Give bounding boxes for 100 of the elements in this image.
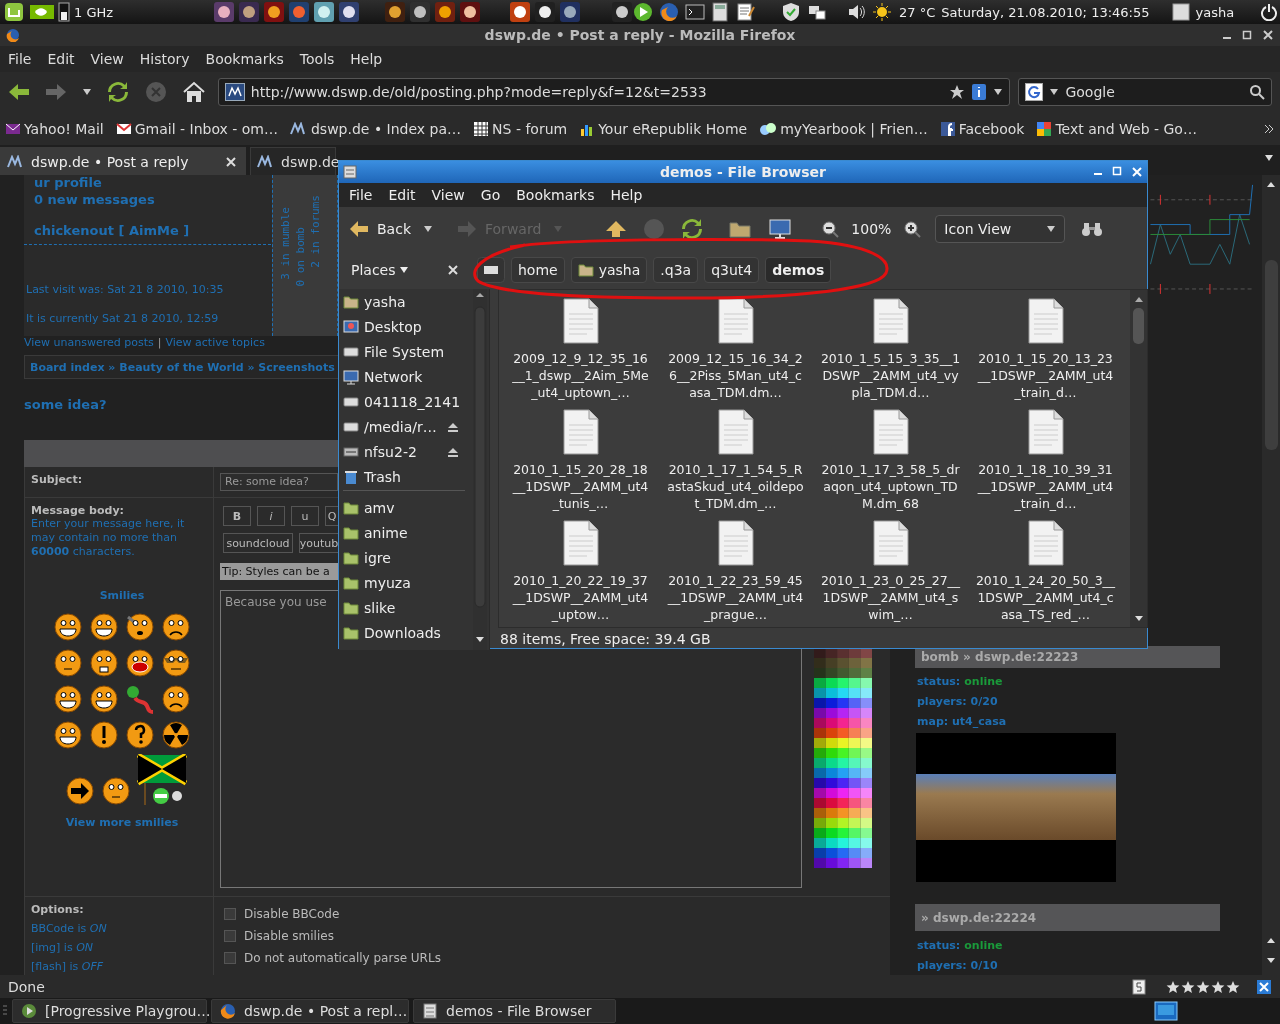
menu-item[interactable]: Help bbox=[344, 51, 389, 67]
reload-icon[interactable] bbox=[681, 218, 704, 240]
address-field[interactable]: http://www.dswp.de/old/posting.php?mode=reply&f=12&t=2533 bbox=[217, 78, 1011, 106]
view-dropdown[interactable]: Icon View bbox=[935, 215, 1066, 243]
bookmark-star-icon[interactable] bbox=[949, 84, 966, 100]
sidebar-item[interactable]: Desktop bbox=[339, 314, 469, 339]
file-cabinet-icon[interactable] bbox=[343, 165, 357, 179]
menu-item[interactable]: Help bbox=[604, 187, 649, 203]
search-field[interactable]: Google bbox=[1018, 78, 1272, 106]
app-icon[interactable] bbox=[238, 1, 261, 23]
sidebar-item[interactable]: amv bbox=[339, 495, 469, 520]
menu-item[interactable]: History bbox=[133, 51, 196, 67]
path-button[interactable]: demos bbox=[765, 257, 832, 283]
taskbar-button[interactable]: demos - File Browser bbox=[413, 999, 616, 1023]
sidebar-item[interactable]: File System bbox=[339, 339, 469, 364]
sidebar-item[interactable]: Downloads bbox=[339, 620, 469, 645]
text-editor-icon[interactable] bbox=[735, 2, 756, 22]
app-icon[interactable] bbox=[384, 1, 407, 23]
path-button[interactable]: q3ut4 bbox=[704, 257, 760, 283]
app-icon[interactable] bbox=[559, 1, 582, 23]
computer-icon[interactable] bbox=[769, 219, 792, 239]
browser-tab[interactable]: dswp.de bbox=[250, 147, 336, 175]
file-item[interactable]: 2010_1_17_3_58_5_draqon_ut4_uptown_TDM.dm_68 bbox=[813, 409, 968, 520]
sidebar-item[interactable]: igre bbox=[339, 545, 469, 570]
bookmark-link[interactable]: Gmail - Inbox - om… bbox=[115, 120, 278, 137]
bookmark-link[interactable]: Yahoo! Mail bbox=[5, 120, 104, 137]
chevron-icon[interactable] bbox=[1264, 123, 1274, 134]
eject-icon[interactable] bbox=[447, 421, 459, 432]
folder-icon[interactable] bbox=[729, 220, 752, 238]
menu-item[interactable]: Bookmarks bbox=[510, 187, 601, 203]
close-icon[interactable] bbox=[225, 155, 237, 168]
sidebar-item[interactable]: yasha bbox=[339, 289, 469, 314]
zoom-in-icon[interactable] bbox=[903, 220, 922, 238]
back-arrow-icon[interactable] bbox=[8, 82, 30, 102]
addon-icon[interactable] bbox=[1256, 978, 1272, 995]
scrollbar[interactable] bbox=[1130, 290, 1147, 627]
search-icon[interactable] bbox=[1249, 84, 1265, 100]
menu-item[interactable]: File bbox=[2, 51, 38, 67]
file-item[interactable]: 2009_12_9_12_35_16__1_dswp__2Aim_5Me_ut4_uptown_… bbox=[503, 298, 658, 409]
addon-icon[interactable] bbox=[1132, 978, 1146, 995]
bookmark-link[interactable]: NS - forum bbox=[473, 120, 568, 137]
drive-button[interactable] bbox=[477, 257, 505, 283]
back-button[interactable]: Back bbox=[349, 220, 411, 238]
sidebar-item[interactable]: slike bbox=[339, 595, 469, 620]
file-item[interactable]: 2010_1_15_20_28_18__1DSWP__2AMM_ut4_tunis_… bbox=[503, 409, 658, 520]
menu-item[interactable]: Bookmarks bbox=[199, 51, 290, 67]
menu-item[interactable]: File bbox=[343, 187, 379, 203]
user-name[interactable]: yasha bbox=[1195, 4, 1235, 20]
sidebar-item[interactable]: Network bbox=[339, 364, 469, 389]
format-button[interactable]: B bbox=[223, 506, 251, 526]
shield-icon[interactable] bbox=[781, 2, 802, 22]
browser-icon[interactable] bbox=[659, 2, 680, 22]
file-item[interactable]: 2010_1_24_20_50_3__1DSWP__2AMM_ut4_casa_TS_red_… bbox=[968, 520, 1123, 627]
format-button[interactable]: u bbox=[291, 506, 319, 526]
app-icon[interactable] bbox=[534, 1, 557, 23]
sidebar-item[interactable]: Trash bbox=[339, 464, 469, 489]
browser-tab[interactable]: dswp.de • Post a reply bbox=[0, 147, 246, 175]
app-icon[interactable] bbox=[611, 1, 634, 23]
file-item[interactable]: 2009_12_15_16_34_26__2Piss_5Man_ut4_casa_TDM.dm… bbox=[658, 298, 813, 409]
sidebar-item[interactable]: anime bbox=[339, 520, 469, 545]
menu-item[interactable]: Edit bbox=[382, 187, 422, 203]
home-icon[interactable] bbox=[181, 81, 206, 103]
sidebar-item[interactable]: 041118_2141 bbox=[339, 389, 469, 414]
bookmark-link[interactable]: myYearbook | Frien… bbox=[759, 120, 928, 137]
bookmark-link[interactable]: Your eRepublik Home bbox=[579, 120, 748, 137]
sidebar-item[interactable]: nfsu2-2 bbox=[339, 439, 469, 464]
maximize-icon[interactable] bbox=[1242, 30, 1252, 40]
mint-logo-icon[interactable] bbox=[4, 2, 24, 22]
bookmark-link[interactable]: dswp.de • Index pa… bbox=[290, 120, 462, 137]
zoom-out-icon[interactable] bbox=[821, 220, 840, 238]
app-icon[interactable] bbox=[313, 1, 336, 23]
path-button[interactable]: home bbox=[511, 257, 565, 283]
browser-icon[interactable] bbox=[6, 28, 20, 42]
format-button[interactable]: Q bbox=[325, 506, 339, 526]
taskbar-button[interactable]: [Progressive Playgrou… bbox=[12, 999, 207, 1023]
app-icon[interactable] bbox=[434, 1, 457, 23]
places-button[interactable]: Places bbox=[351, 262, 409, 278]
app-icon[interactable] bbox=[263, 1, 286, 23]
app-icon[interactable] bbox=[509, 1, 532, 23]
menu-item[interactable]: View bbox=[84, 51, 130, 67]
reload-icon[interactable] bbox=[106, 81, 129, 103]
checkbox[interactable] bbox=[224, 952, 236, 964]
info-icon[interactable] bbox=[971, 83, 988, 101]
file-item[interactable]: 2010_1_5_15_3_35__1DSWP__2AMM_ut4_vypla_TDM.d… bbox=[813, 298, 968, 409]
rating-stars[interactable] bbox=[1166, 979, 1240, 994]
close-icon[interactable] bbox=[447, 264, 459, 276]
scrollbar[interactable] bbox=[1262, 175, 1280, 975]
app-icon[interactable] bbox=[459, 1, 482, 23]
binoculars-icon[interactable] bbox=[1081, 221, 1104, 237]
file-item[interactable]: 2010_1_17_1_54_5_RastaSkud_ut4_oildepot_TDM.dm_… bbox=[658, 409, 813, 520]
eject-icon[interactable] bbox=[447, 446, 459, 457]
file-item[interactable]: 2010_1_18_10_39_31__1DSWP__2AMM_ut4_train_d… bbox=[968, 409, 1123, 520]
menu-item[interactable]: Go bbox=[474, 187, 507, 203]
color-palette[interactable] bbox=[814, 648, 872, 868]
play-icon[interactable] bbox=[633, 2, 654, 22]
taskbar-button[interactable]: dswp.de • Post a repl… bbox=[211, 999, 409, 1023]
path-button[interactable]: yasha bbox=[570, 257, 648, 283]
format-button[interactable]: i bbox=[257, 506, 285, 526]
media-button[interactable]: soundcloud bbox=[223, 533, 293, 553]
menu-item[interactable]: Tools bbox=[293, 51, 341, 67]
